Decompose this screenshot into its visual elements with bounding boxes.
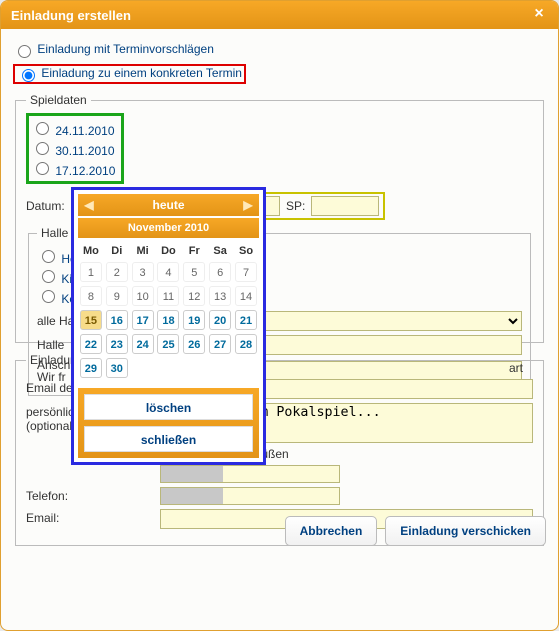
sp-label: SP:	[286, 199, 305, 213]
option-concrete-label: Einladung zu einem konkreten Termin	[41, 66, 242, 80]
day-10[interactable]: 10	[132, 286, 154, 306]
option-concrete-radio[interactable]	[22, 69, 35, 82]
date-option-1[interactable]: 30.11.2010	[31, 139, 115, 158]
day-11[interactable]: 11	[157, 286, 179, 306]
day-21[interactable]: 21	[235, 310, 257, 330]
halle-opt-right: ule	[237, 246, 522, 260]
day-9[interactable]: 9	[106, 286, 128, 306]
day-5[interactable]: 5	[183, 262, 205, 282]
sp-input[interactable]	[311, 196, 379, 216]
weekday-Di: Di	[104, 242, 130, 260]
day-16[interactable]: 16	[106, 310, 128, 330]
spieldaten-legend: Spieldaten	[26, 93, 91, 107]
day-20[interactable]: 20	[209, 310, 231, 330]
option-suggestions-label: Einladung mit Terminvorschlägen	[37, 42, 214, 56]
datepicker-heute-label[interactable]: heute	[152, 198, 184, 212]
day-24[interactable]: 24	[132, 334, 154, 354]
cancel-button[interactable]: Abbrechen	[285, 516, 378, 546]
window-title: Einladung erstellen	[11, 8, 131, 23]
day-1[interactable]: 1	[80, 262, 102, 282]
date-option-0[interactable]: 24.11.2010	[31, 119, 115, 138]
dialog-buttons: Abbrechen Einladung verschicken	[285, 516, 546, 546]
option-concrete[interactable]: Einladung zu einem konkreten Termin	[13, 64, 246, 84]
datepicker-month: November 2010	[78, 218, 259, 238]
calendar-head-row: MoDiMiDoFrSaSo	[78, 242, 259, 260]
day-18[interactable]: 18	[157, 310, 179, 330]
day-30[interactable]: 30	[106, 358, 128, 378]
day-23[interactable]: 23	[106, 334, 128, 354]
day-2[interactable]: 2	[106, 262, 128, 282]
telefon-label: Telefon:	[26, 487, 154, 503]
day-22[interactable]: 22	[80, 334, 102, 354]
day-17[interactable]: 17	[132, 310, 154, 330]
datepicker-button-row: löschen schließen	[78, 388, 259, 458]
day-26[interactable]: 26	[183, 334, 205, 354]
day-19[interactable]: 19	[183, 310, 205, 330]
day-15[interactable]: 15	[80, 310, 102, 330]
datepicker-close-button[interactable]: schließen	[84, 426, 253, 452]
day-3[interactable]: 3	[132, 262, 154, 282]
datepicker-prev-icon[interactable]: ◀	[80, 194, 98, 216]
datepicker-delete-button[interactable]: löschen	[84, 394, 253, 420]
close-icon[interactable]: ×	[530, 6, 548, 24]
weekday-So: So	[233, 242, 259, 260]
option-suggestions[interactable]: Einladung mit Terminvorschlägen	[13, 42, 546, 58]
calendar: MoDiMiDoFrSaSo 1234567891011121314151617…	[78, 242, 259, 380]
day-29[interactable]: 29	[80, 358, 102, 378]
date-option-2[interactable]: 17.12.2010	[31, 159, 115, 178]
halle-legend: Halle	[37, 226, 72, 240]
datepicker-next-icon[interactable]: ▶	[239, 194, 257, 216]
send-button[interactable]: Einladung verschicken	[385, 516, 546, 546]
datepicker: ◀ heute ▶ November 2010 MoDiMiDoFrSaSo 1…	[71, 187, 266, 465]
weekday-Fr: Fr	[181, 242, 207, 260]
email2-label: Email:	[26, 509, 154, 525]
signature-progress	[160, 465, 340, 483]
day-7[interactable]: 7	[235, 262, 257, 282]
weekday-Mi: Mi	[130, 242, 156, 260]
dialog: Einladung erstellen × Einladung mit Term…	[0, 0, 559, 631]
date-options-box: 24.11.2010 30.11.2010 17.12.2010	[26, 113, 124, 184]
day-4[interactable]: 4	[157, 262, 179, 282]
weekday-Mo: Mo	[78, 242, 104, 260]
calendar-body: 1234567891011121314151617181920212223242…	[78, 260, 259, 380]
weekday-Sa: Sa	[207, 242, 233, 260]
day-27[interactable]: 27	[209, 334, 231, 354]
option-suggestions-radio[interactable]	[18, 45, 31, 58]
telefon-progress	[160, 487, 340, 505]
day-28[interactable]: 28	[235, 334, 257, 354]
day-6[interactable]: 6	[209, 262, 231, 282]
day-12[interactable]: 12	[183, 286, 205, 306]
day-8[interactable]: 8	[80, 286, 102, 306]
datepicker-heute-bar: ◀ heute ▶	[78, 194, 259, 216]
day-14[interactable]: 14	[235, 286, 257, 306]
datum-label: Datum:	[26, 199, 65, 213]
titlebar: Einladung erstellen ×	[1, 1, 558, 29]
dialog-body: Einladung mit Terminvorschlägen Einladun…	[1, 29, 558, 558]
day-13[interactable]: 13	[209, 286, 231, 306]
day-25[interactable]: 25	[157, 334, 179, 354]
weekday-Do: Do	[156, 242, 182, 260]
